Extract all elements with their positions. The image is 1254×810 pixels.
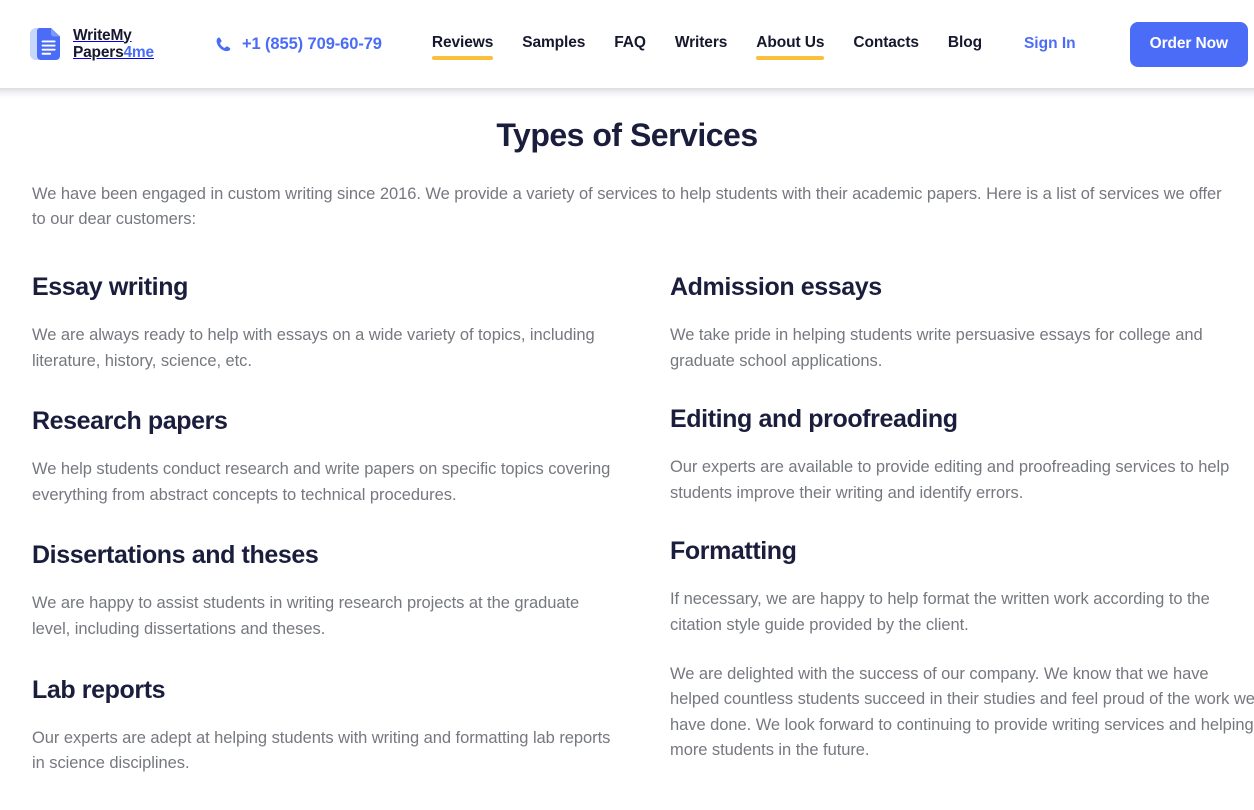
services-column-right: Admission essays We take pride in helpin… (670, 272, 1254, 777)
closing-paragraph: We are delighted with the success of our… (670, 664, 1254, 760)
service-desc-dissertations-and-theses: We are happy to assist students in writi… (32, 594, 580, 638)
nav-item-samples[interactable]: Samples (522, 34, 585, 55)
service-block: Dissertations and theses We are happy to… (32, 540, 612, 642)
phone-link[interactable]: +1 (855) 709-60-79 (214, 35, 382, 54)
phone-number: +1 (855) 709-60-79 (241, 34, 382, 53)
service-block: Admission essays We take pride in helpin… (670, 272, 1254, 374)
sign-in-link[interactable]: Sign In (1024, 35, 1076, 53)
nav-item-blog[interactable]: Blog (948, 34, 982, 55)
page-title: Types of Services (496, 117, 758, 153)
service-block: Lab reports Our experts are adept at hel… (32, 675, 612, 777)
services-columns: Essay writing We are always ready to hel… (32, 272, 1254, 777)
nav-item-contacts[interactable]: Contacts (853, 34, 919, 55)
intro-paragraph: We have been engaged in custom writing s… (32, 185, 1222, 229)
logo-line-1: WriteMy (73, 26, 132, 44)
service-desc-admission-essays: We take pride in helping students write … (670, 326, 1203, 370)
main-navigation: Reviews Samples FAQ Writers About Us Con… (431, 21, 1248, 67)
document-icon (28, 25, 64, 63)
service-desc-research-papers: We help students conduct research and wr… (32, 460, 611, 504)
logo-line-2-accent: 4me (123, 44, 155, 61)
page-main: Types of Services We have been engaged i… (0, 117, 1254, 777)
service-block: Editing and proofreading Our experts are… (670, 404, 1254, 506)
service-desc-lab-reports: Our experts are adept at helping student… (32, 728, 611, 773)
site-logo[interactable]: WriteMy Papers4me (28, 25, 154, 63)
site-header: WriteMy Papers4me +1 (855) 709-60-79 Rev… (0, 0, 1254, 102)
nav-item-reviews[interactable]: Reviews (431, 34, 494, 60)
service-title-admission-essays: Admission essays (670, 273, 882, 302)
order-now-button[interactable]: Order Now (1129, 21, 1248, 67)
service-block: Essay writing We are always ready to hel… (32, 272, 612, 374)
service-desc-essay-writing: We are always ready to help with essays … (32, 326, 595, 370)
service-block: Research papers We help students conduct… (32, 406, 612, 508)
phone-icon (214, 35, 233, 54)
service-title-lab-reports: Lab reports (32, 675, 166, 704)
service-desc-formatting: If necessary, we are happy to help forma… (670, 590, 1210, 634)
nav-item-faq[interactable]: FAQ (614, 34, 646, 55)
service-block: Formatting If necessary, we are happy to… (670, 536, 1254, 763)
logo-wordmark: WriteMy Papers4me (73, 27, 154, 62)
nav-item-about-us[interactable]: About Us (756, 34, 824, 60)
logo-line-2: Papers4me (73, 44, 154, 61)
service-title-formatting: Formatting (670, 537, 797, 566)
nav-item-writers[interactable]: Writers (675, 34, 728, 55)
service-desc-editing-and-proofreading: Our experts are available to provide edi… (670, 458, 1230, 502)
service-title-research-papers: Research papers (32, 407, 228, 436)
service-title-editing-and-proofreading: Editing and proofreading (670, 405, 958, 434)
service-title-dissertations-and-theses: Dissertations and theses (32, 541, 319, 570)
logo-line-2-main: Papers (73, 44, 124, 61)
service-title-essay-writing: Essay writing (32, 273, 188, 302)
services-column-left: Essay writing We are always ready to hel… (32, 272, 612, 777)
